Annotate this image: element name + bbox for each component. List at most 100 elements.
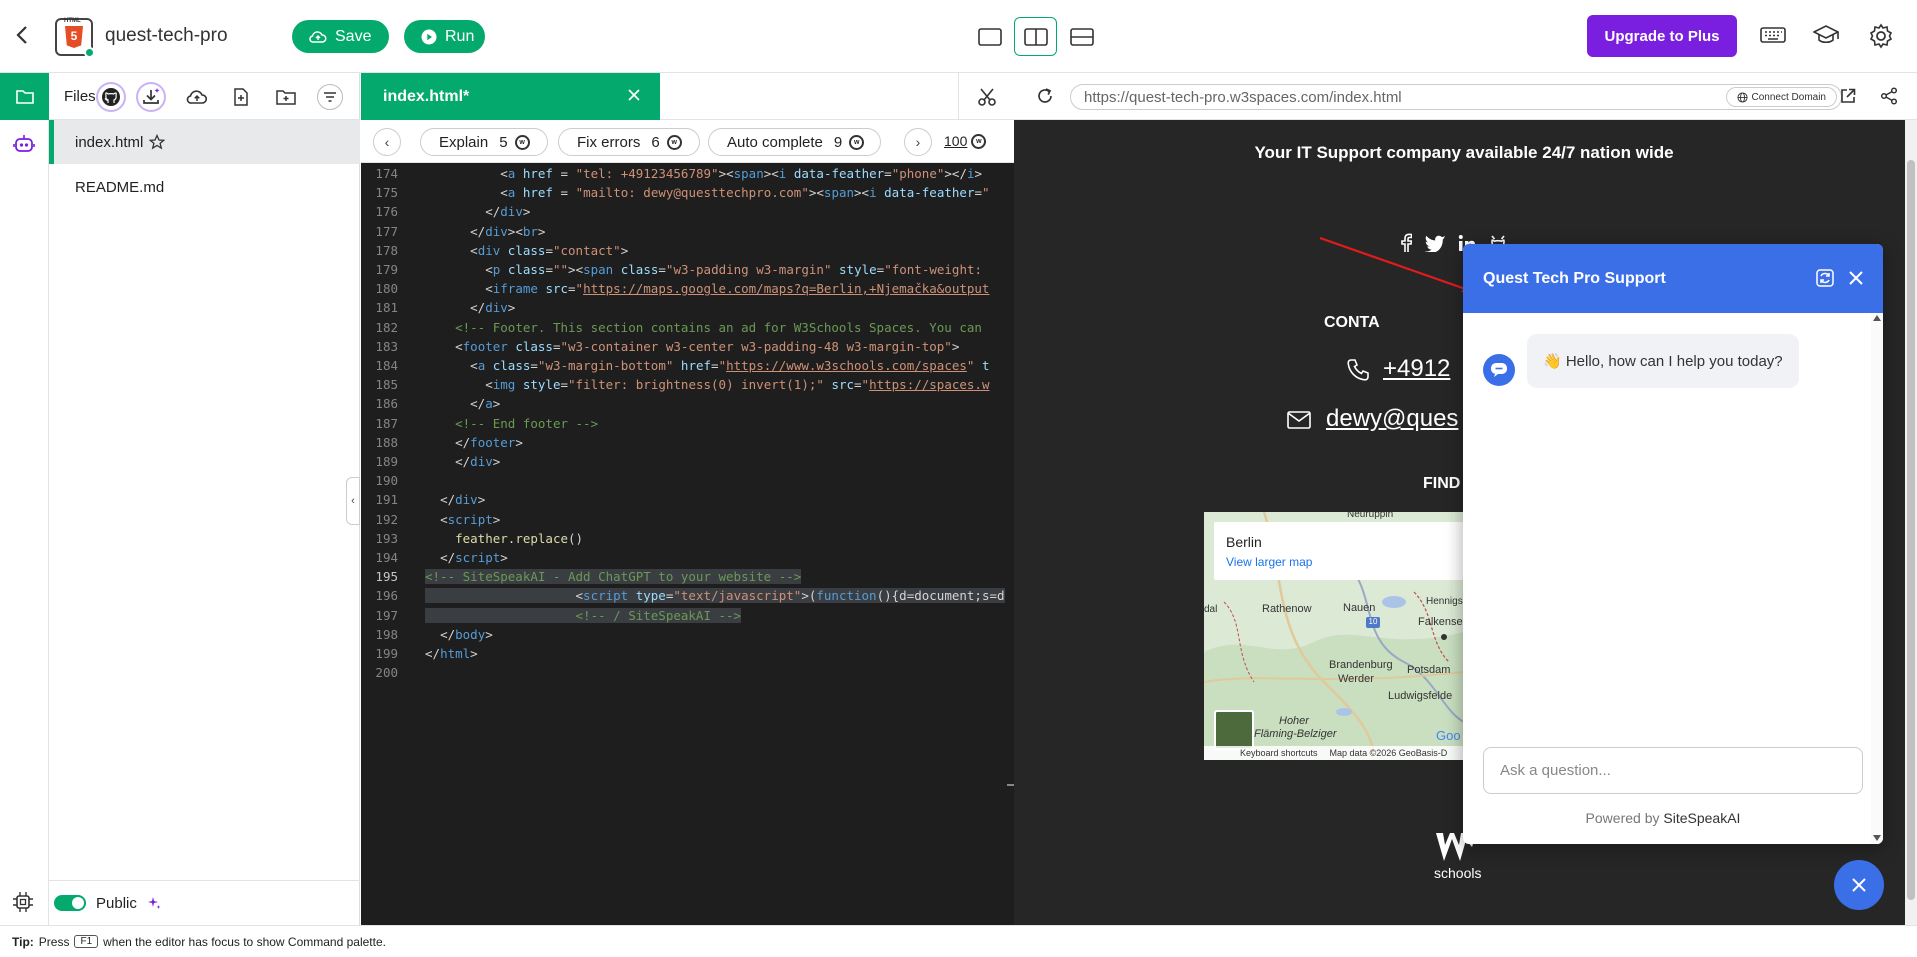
- chat-scrollbar[interactable]: [1871, 313, 1883, 844]
- code-line[interactable]: 181 </div>: [361, 298, 1014, 317]
- filter-sort-button[interactable]: [317, 84, 343, 110]
- sitespeakai-link[interactable]: SiteSpeakAI: [1663, 810, 1740, 826]
- line-source: feather.replace(): [455, 530, 584, 546]
- map-town-label: Rathenow: [1262, 603, 1312, 615]
- credits-balance[interactable]: 100 w: [944, 133, 987, 149]
- line-number: 190: [375, 473, 398, 489]
- tab-close-icon[interactable]: [627, 88, 641, 102]
- ai-actions-next-button[interactable]: ›: [904, 128, 932, 156]
- code-line[interactable]: 200: [361, 663, 1014, 682]
- preview-scroll-thumb[interactable]: [1907, 160, 1915, 900]
- run-button[interactable]: Run: [404, 20, 485, 53]
- line-source: <div class="contact">: [470, 242, 629, 258]
- chat-refresh-icon[interactable]: [1815, 268, 1835, 288]
- tip-prefix: Tip:: [12, 934, 34, 949]
- rail-files-button[interactable]: [0, 73, 49, 120]
- public-toggle[interactable]: [54, 895, 86, 911]
- code-line[interactable]: 188 </footer>: [361, 433, 1014, 452]
- scroll-down-arrow-icon[interactable]: [1873, 835, 1881, 841]
- line-number: 183: [375, 338, 398, 354]
- code-line[interactable]: 185 <img style="filter: brightness(0) in…: [361, 375, 1014, 394]
- tab-index-html[interactable]: index.html*: [361, 73, 660, 120]
- code-line[interactable]: 175 <a href = "mailto: dewy@questtechpro…: [361, 183, 1014, 202]
- chat-close-icon[interactable]: [1848, 270, 1864, 286]
- code-line[interactable]: 192 <script>: [361, 510, 1014, 529]
- code-line[interactable]: 191 </div>: [361, 490, 1014, 509]
- code-line[interactable]: 176 </div>: [361, 202, 1014, 221]
- layout-editor-only-button[interactable]: [968, 17, 1011, 56]
- view-larger-map-link[interactable]: View larger map: [1226, 555, 1312, 569]
- graduation-cap-icon[interactable]: [1813, 24, 1839, 46]
- format-code-button[interactable]: [958, 73, 1014, 120]
- code-line[interactable]: 195 <!-- SiteSpeakAI - Add ChatGPT to you…: [361, 567, 1014, 586]
- project-name[interactable]: quest-tech-pro: [105, 25, 228, 47]
- public-visibility-row: Public: [49, 880, 360, 925]
- layout-split-vertical-button[interactable]: [1014, 17, 1057, 56]
- explain-button[interactable]: Explain 5 w: [420, 128, 548, 156]
- code-line[interactable]: 198 </body>: [361, 625, 1014, 644]
- code-line[interactable]: 186 </a>: [361, 394, 1014, 413]
- rail-chip-settings-button[interactable]: [12, 891, 34, 913]
- ai-actions-bar: ‹ Explain 5 w Fix errors 6 w Auto comple…: [361, 120, 1014, 163]
- public-label: Public: [96, 894, 137, 912]
- code-line[interactable]: 182 <!-- Footer. This section contains a…: [361, 318, 1014, 337]
- code-line[interactable]: 177 </div><br>: [361, 222, 1014, 241]
- map-region-label: Hoher: [1279, 715, 1309, 727]
- auto-complete-button[interactable]: Auto complete 9 w: [708, 128, 881, 156]
- scroll-up-arrow-icon[interactable]: [1873, 315, 1881, 321]
- back-arrow-icon[interactable]: [14, 24, 30, 46]
- embedded-map[interactable]: Neuruppin Hennigs Rathenow Nauen Falkens…: [1204, 512, 1464, 760]
- preview-url-field[interactable]: https://quest-tech-pro.w3spaces.com/inde…: [1070, 84, 1842, 110]
- run-label: Run: [445, 27, 475, 45]
- code-line[interactable]: 178 <div class="contact">: [361, 241, 1014, 260]
- connect-domain-button[interactable]: Connect Domain: [1725, 87, 1837, 107]
- file-item-readme-md[interactable]: README.md: [49, 165, 360, 209]
- collapse-files-panel-handle[interactable]: ‹: [346, 477, 360, 525]
- code-line[interactable]: 190: [361, 471, 1014, 490]
- new-folder-button[interactable]: [273, 84, 299, 110]
- code-line[interactable]: 196 <script type="text/javascript">(func…: [361, 586, 1014, 605]
- upgrade-to-plus-button[interactable]: Upgrade to Plus: [1587, 15, 1737, 57]
- code-line[interactable]: 179 <p class=""><span class="w3-padding …: [361, 260, 1014, 279]
- code-line[interactable]: 199 </html>: [361, 644, 1014, 663]
- open-in-new-window-icon[interactable]: [1840, 88, 1856, 104]
- map-town-label: Neuruppin: [1347, 512, 1394, 520]
- code-line[interactable]: 197 <!-- / SiteSpeakAI -->: [361, 606, 1014, 625]
- github-button[interactable]: [98, 84, 124, 110]
- code-area[interactable]: 174 <a href = "tel: +49123456789"><span>…: [361, 163, 1014, 925]
- keyboard-shortcuts-link[interactable]: Keyboard shortcuts: [1240, 748, 1318, 758]
- refresh-icon[interactable]: [1036, 87, 1054, 105]
- code-line[interactable]: 187 <!-- End footer -->: [361, 414, 1014, 433]
- line-number: 179: [375, 262, 398, 277]
- upload-button[interactable]: [184, 84, 210, 110]
- download-sparkle-icon: [141, 87, 161, 107]
- code-line[interactable]: 183 <footer class="w3-container w3-cente…: [361, 337, 1014, 356]
- code-line[interactable]: 193 feather.replace(): [361, 529, 1014, 548]
- file-item-index-html[interactable]: index.html: [49, 120, 360, 164]
- download-project-button[interactable]: [138, 84, 164, 110]
- fix-errors-button[interactable]: Fix errors 6 w: [558, 128, 700, 156]
- code-line[interactable]: 189 </div>: [361, 452, 1014, 471]
- code-line[interactable]: 180 <iframe src="https://maps.google.com…: [361, 279, 1014, 298]
- phone-link[interactable]: +4912: [1383, 355, 1450, 383]
- line-number: 194: [375, 550, 398, 565]
- email-link[interactable]: dewy@ques: [1326, 405, 1458, 433]
- chat-question-input[interactable]: Ask a question...: [1483, 747, 1863, 794]
- explain-label: Explain: [439, 133, 489, 151]
- save-button[interactable]: Save: [292, 20, 389, 53]
- rail-ai-assistant-button[interactable]: [13, 134, 35, 154]
- chat-launcher-close-button[interactable]: [1834, 860, 1884, 910]
- settings-gear-icon[interactable]: [1868, 23, 1894, 49]
- share-icon[interactable]: [1880, 87, 1898, 105]
- new-file-button[interactable]: [228, 84, 254, 110]
- auto-complete-label: Auto complete: [727, 133, 823, 151]
- preview-scrollbar[interactable]: [1905, 120, 1917, 925]
- code-line[interactable]: 194 </script>: [361, 548, 1014, 567]
- code-line[interactable]: 184 <a class="w3-margin-bottom" href="ht…: [361, 356, 1014, 375]
- ai-actions-prev-button[interactable]: ‹: [373, 128, 401, 156]
- layout-split-horizontal-button[interactable]: [1060, 17, 1103, 56]
- star-icon[interactable]: [149, 134, 166, 150]
- keyboard-icon[interactable]: [1760, 26, 1786, 44]
- code-line[interactable]: 174 <a href = "tel: +49123456789"><span>…: [361, 164, 1014, 183]
- map-satellite-toggle[interactable]: [1214, 710, 1254, 750]
